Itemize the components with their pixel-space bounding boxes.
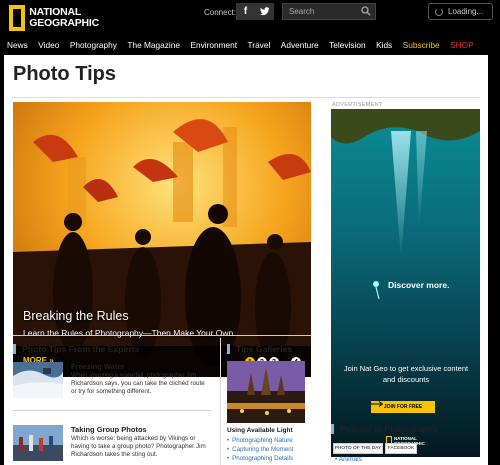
- tip-title-group-photos[interactable]: Taking Group Photos: [71, 425, 147, 434]
- galleries-heading: Tips Galleries: [227, 344, 292, 354]
- title-divider: [12, 97, 480, 98]
- search-box[interactable]: Search: [282, 3, 376, 20]
- loading-spinner-icon: [435, 7, 443, 16]
- gallery-link-details[interactable]: Photographing Details: [227, 454, 293, 463]
- tip-divider: [13, 410, 211, 411]
- logo-yellow-border-icon: [9, 5, 26, 31]
- nav-item-environment[interactable]: Environment: [190, 40, 237, 50]
- advertisement-label: ADVERTISEMENT: [332, 102, 383, 108]
- main-nav: News Video Photography The Magazine Envi…: [0, 36, 500, 53]
- tab-photo-of-the-day[interactable]: PHOTO OF THE DAY: [333, 443, 383, 454]
- nav-item-travel[interactable]: Travel: [248, 40, 271, 50]
- nav-item-adventure[interactable]: Adventure: [281, 40, 319, 50]
- nav-item-kids[interactable]: Kids: [376, 40, 392, 50]
- tips-heading: Photo Tips From the Experts: [13, 344, 139, 354]
- section-bar-icon: [227, 344, 230, 354]
- section-divider: [13, 335, 311, 336]
- tab-facebook[interactable]: FACEBOOK: [385, 443, 417, 454]
- tip-title-freezing-water[interactable]: Freezing Water: [71, 362, 124, 371]
- join-button-label: JOIN FOR FREE: [383, 404, 423, 410]
- tip-thumbnail-group-photos[interactable]: [13, 425, 63, 461]
- nav-item-photography[interactable]: Photography: [70, 40, 117, 50]
- login-widget-loading: Loading...: [428, 3, 493, 20]
- ad-body: Join Nat Geo to get exclusive content an…: [343, 364, 469, 384]
- nav-item-shop[interactable]: SHOP: [450, 40, 474, 50]
- section-bar-icon: [13, 344, 16, 354]
- nav-item-the-magazine[interactable]: The Magazine: [127, 40, 180, 50]
- twitter-icon[interactable]: [255, 3, 274, 20]
- hero-title[interactable]: Breaking the Rules: [23, 309, 129, 323]
- gallery-link-nature[interactable]: Photographing Nature: [227, 436, 293, 445]
- search-icon[interactable]: [361, 6, 371, 16]
- page-title: Photo Tips: [13, 63, 116, 85]
- join-for-free-button[interactable]: JOIN FOR FREE: [371, 401, 435, 413]
- popular-heading-text: Popular in Photography: [340, 424, 438, 434]
- galleries-heading-text: Tips Galleries: [236, 344, 293, 354]
- popular-link-animals[interactable]: • Animals: [335, 456, 362, 463]
- nav-item-subscribe[interactable]: Subscribe: [403, 40, 440, 50]
- nav-item-television[interactable]: Television: [329, 40, 365, 50]
- column-divider: [220, 338, 221, 465]
- nav-item-news[interactable]: News: [7, 40, 28, 50]
- arrow-right-icon: [371, 401, 383, 407]
- popular-link-animals-label[interactable]: Animals: [339, 456, 362, 463]
- section-bar-icon: [331, 424, 334, 434]
- connect-label: Connect:: [204, 8, 237, 17]
- ad-banner[interactable]: Discover more. Join Nat Geo to get exclu…: [331, 109, 480, 457]
- gallery-links: Photographing Nature Capturing the Momen…: [227, 436, 293, 463]
- hero-subtitle: Learn the Rules of Photography—Then Make…: [23, 328, 234, 338]
- tips-heading-text: Photo Tips From the Experts: [22, 344, 140, 354]
- facebook-icon[interactable]: f: [236, 3, 255, 20]
- tip-desc-group-photos: Which is worse: being attacked by Viking…: [71, 435, 206, 458]
- search-input[interactable]: Search: [289, 7, 314, 16]
- logo-line2: GEOGRAPHIC: [29, 17, 99, 29]
- main-content: Photo Tips Breaking the Rules Learn the …: [4, 55, 488, 465]
- tip-thumbnail-freezing-water[interactable]: [13, 362, 63, 398]
- popular-heading: Popular in Photography: [331, 424, 437, 434]
- top-bar: NATIONAL GEOGRAPHIC Connect: f Search Lo…: [0, 0, 500, 36]
- gallery-thumbnail[interactable]: [227, 361, 305, 423]
- ad-headline: Discover more.: [388, 280, 450, 290]
- gallery-caption[interactable]: Using Available Light: [227, 427, 293, 434]
- nav-item-video[interactable]: Video: [38, 40, 59, 50]
- tip-desc-freezing-water: When shooting a waterfall, photographer …: [71, 372, 205, 395]
- gallery-link-moment[interactable]: Capturing the Moment: [227, 445, 293, 454]
- nat-geo-logo[interactable]: NATIONAL GEOGRAPHIC: [9, 4, 99, 32]
- loading-text: Loading...: [448, 7, 484, 16]
